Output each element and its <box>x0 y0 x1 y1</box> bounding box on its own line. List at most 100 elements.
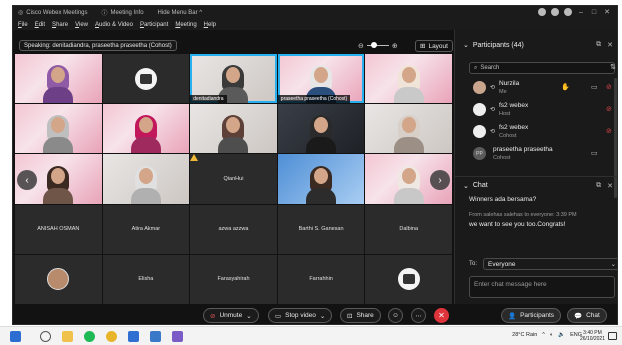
menu-help[interactable]: Help <box>204 22 216 28</box>
minimize-icon[interactable]: – <box>577 9 585 16</box>
chrome-icon[interactable] <box>106 331 117 342</box>
unmute-button[interactable]: ⊘ Unmute ⌄ <box>203 308 259 323</box>
file-explorer-icon[interactable] <box>62 331 73 342</box>
chat-button[interactable]: 💬 Chat <box>567 308 607 323</box>
video-tile[interactable]: Barthi S. Ganesan <box>277 204 365 254</box>
chat-message-input[interactable]: Enter chat message here <box>469 276 615 298</box>
grid-icon[interactable] <box>564 8 572 16</box>
video-tile[interactable] <box>190 104 277 154</box>
stop-video-button[interactable]: ▭ Stop video ⌄ <box>268 308 333 323</box>
layout-button[interactable]: ⊞ Layout <box>415 40 453 52</box>
mic-muted-icon[interactable]: ⊘ <box>606 127 612 135</box>
title-bar: ◎ Cisco Webex Meetings ⓘ Meeting Info Hide… <box>13 6 617 19</box>
webex-taskbar-icon[interactable] <box>150 331 161 342</box>
participant-name-label: Dalbina <box>399 226 419 233</box>
grid-next-button[interactable]: › <box>430 170 450 190</box>
menu-audio-video[interactable]: Audio & Video <box>95 22 133 28</box>
mic-muted-icon[interactable]: ⊘ <box>606 83 612 91</box>
hand-icon[interactable]: ✋ <box>561 83 570 91</box>
video-tile[interactable]: Elisha <box>102 254 190 304</box>
video-tile[interactable] <box>277 104 365 154</box>
zoom-slider[interactable]: ⊖ ⊕ <box>358 40 398 51</box>
video-tile[interactable]: QianHui <box>190 154 277 204</box>
zoom-track[interactable] <box>366 42 389 48</box>
video-tile[interactable] <box>15 104 102 154</box>
participant-row[interactable]: ⟲ fs2 webex Host ⊘ <box>469 100 614 120</box>
video-tile[interactable]: Farasyahirah <box>190 254 277 304</box>
video-tile[interactable]: Farrahhin <box>277 254 365 304</box>
close-chat-icon[interactable]: ✕ <box>607 182 613 190</box>
more-options-button[interactable]: ⋯ <box>411 308 426 323</box>
menu-file[interactable]: File <box>18 22 28 28</box>
menu-participant[interactable]: Participant <box>140 22 168 28</box>
menu-share[interactable]: Share <box>52 22 68 28</box>
participant-search-input[interactable]: ⌕ Search <box>469 62 615 74</box>
close-icon[interactable]: ✕ <box>603 8 611 16</box>
video-tile[interactable] <box>365 54 452 104</box>
video-tile[interactable] <box>102 104 190 154</box>
video-tile[interactable] <box>277 154 365 204</box>
video-tile[interactable] <box>102 154 190 204</box>
video-tile[interactable]: denitadiandra <box>190 54 277 104</box>
notification-icon[interactable] <box>551 8 559 16</box>
status-icon: ⟲ <box>490 107 496 113</box>
popout-icon[interactable]: ⧉ <box>596 41 601 49</box>
volume-icon[interactable]: 🔈 <box>558 332 565 338</box>
recipient-select[interactable]: Everyone ⌄ <box>483 258 617 270</box>
app-icon[interactable] <box>172 331 183 342</box>
grid-prev-button[interactable]: ‹ <box>17 170 37 190</box>
zoom-knob[interactable] <box>370 42 377 48</box>
video-tile[interactable]: ANISAH OSMAN <box>15 204 102 254</box>
video-tile[interactable] <box>15 54 102 104</box>
menu-meeting[interactable]: Meeting <box>175 22 196 28</box>
participant-name-label: Elisha <box>138 276 154 283</box>
maximize-icon[interactable]: □ <box>590 9 598 16</box>
settings-icon[interactable] <box>538 8 546 16</box>
search-icon[interactable] <box>40 331 51 342</box>
meeting-info-button[interactable]: ⓘ Meeting Info <box>102 8 144 18</box>
video-icon[interactable]: ▭ <box>591 83 598 91</box>
menu-edit[interactable]: Edit <box>35 22 45 28</box>
participant-name-label: Barthi S. Ganesan <box>298 226 344 233</box>
video-tile[interactable]: azwa azzwa <box>190 204 277 254</box>
video-icon: ▭ <box>275 312 282 320</box>
collapse-chevron-icon[interactable]: ⌄ <box>463 182 469 190</box>
zoom-in-icon[interactable]: ⊕ <box>392 42 398 50</box>
reactions-button[interactable]: ☺ <box>388 308 403 323</box>
participant-row[interactable]: PP praseetha praseetha Cohost ▭ <box>469 144 614 164</box>
video-icon[interactable]: ▭ <box>591 149 598 157</box>
collapse-chevron-icon[interactable]: ⌄ <box>463 41 469 49</box>
network-icon[interactable]: ◐ <box>550 332 553 338</box>
participant-video <box>393 165 424 204</box>
notification-center-icon[interactable] <box>608 332 617 340</box>
video-tile[interactable] <box>365 254 452 304</box>
participants-button[interactable]: 👤 Participants <box>501 308 562 323</box>
spotify-icon[interactable] <box>84 331 95 342</box>
menu-view[interactable]: View <box>75 22 88 28</box>
share-button[interactable]: ⊡ Share <box>340 308 381 323</box>
hide-menu-bar-button[interactable]: Hide Menu Bar ^ <box>158 10 203 16</box>
windows-start-icon[interactable] <box>10 331 21 342</box>
weather-text[interactable]: 28°C Rain <box>512 332 537 338</box>
video-tile[interactable] <box>102 54 190 104</box>
participant-name-label: azwa azzwa <box>218 226 249 233</box>
participant-row[interactable]: ⟲ fs2 webex Cohost ⊘ <box>469 122 614 142</box>
system-clock[interactable]: 3:40 PM 26/10/2021 <box>580 330 605 342</box>
video-tile[interactable]: praseetha praseetha (Cohost) <box>277 54 365 104</box>
tray-chevron-icon[interactable]: ^ <box>542 332 545 338</box>
leave-meeting-button[interactable]: ✕ <box>434 308 449 323</box>
video-tile[interactable] <box>365 104 452 154</box>
close-participants-icon[interactable]: ✕ <box>607 41 613 49</box>
video-tile[interactable] <box>15 254 102 304</box>
video-tile[interactable]: Atira Akmar <box>102 204 190 254</box>
word-icon[interactable] <box>128 331 139 342</box>
meeting-toolbar: ⊘ Unmute ⌄ ▭ Stop video ⌄ ⊡ Share ☺ ⋯ ✕ … <box>13 304 617 324</box>
mic-muted-icon[interactable]: ⊘ <box>606 105 612 113</box>
video-tile[interactable]: Dalbina <box>365 204 452 254</box>
participant-row[interactable]: ⟲ Nurzila Me ✋ ▭ ⊘ <box>469 78 614 98</box>
app-title: ◎ Cisco Webex Meetings <box>18 9 88 17</box>
popout-icon[interactable]: ⧉ <box>596 182 601 190</box>
participant-name-label: Farasyahirah <box>217 276 250 283</box>
sort-icon[interactable]: ⇅ <box>610 63 616 71</box>
zoom-out-icon[interactable]: ⊖ <box>358 42 364 50</box>
